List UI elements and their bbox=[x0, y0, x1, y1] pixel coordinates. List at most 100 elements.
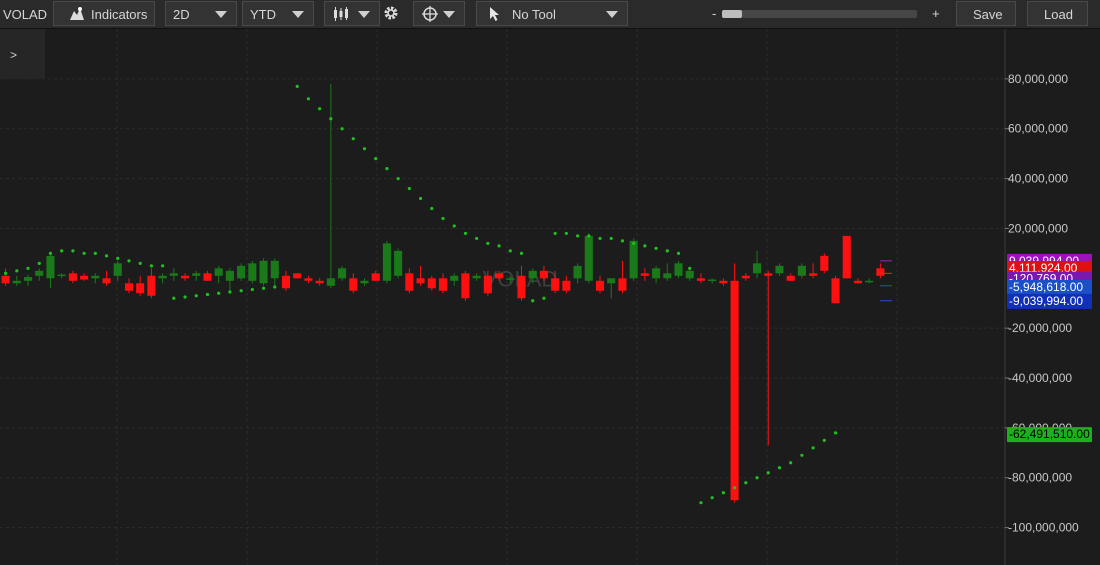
sar-dot bbox=[699, 501, 703, 505]
sar-dot bbox=[295, 84, 299, 88]
sar-dot bbox=[430, 206, 434, 211]
candle-body bbox=[595, 280, 605, 291]
candle-body bbox=[584, 235, 593, 281]
zoom-slider-handle[interactable] bbox=[722, 10, 742, 18]
candle-body bbox=[741, 275, 750, 279]
candle-body bbox=[24, 277, 33, 281]
candle-body bbox=[338, 268, 347, 279]
candle-body bbox=[506, 278, 515, 280]
zoom-slider[interactable] bbox=[722, 10, 917, 18]
price-tag-label: -9,039,994.00 bbox=[1009, 294, 1083, 308]
chevron-down-icon bbox=[215, 11, 227, 18]
candle-body bbox=[652, 268, 661, 279]
indicators-button[interactable]: Indicators bbox=[53, 1, 155, 26]
sar-dot bbox=[822, 438, 826, 442]
sar-dot bbox=[654, 246, 658, 250]
sar-dot bbox=[93, 251, 97, 255]
sar-dot bbox=[26, 266, 30, 270]
candle-body bbox=[248, 263, 257, 281]
sar-dot bbox=[318, 107, 322, 111]
symbol-label[interactable]: VOLAD bbox=[3, 7, 47, 22]
chevron-down-icon bbox=[358, 11, 370, 18]
candle-body bbox=[382, 243, 391, 281]
interval-select[interactable]: 2D bbox=[165, 1, 237, 26]
sar-dot bbox=[766, 471, 770, 475]
candle-body bbox=[214, 268, 223, 276]
price-tag-label: -62,491,510.00 bbox=[1009, 427, 1090, 441]
sar-dot bbox=[194, 294, 198, 298]
sar-dot bbox=[329, 117, 333, 121]
candle-body bbox=[517, 275, 526, 299]
sar-dot bbox=[217, 291, 221, 295]
sar-dot bbox=[37, 261, 41, 265]
candle-body bbox=[405, 273, 414, 291]
candle-body bbox=[203, 273, 212, 281]
sar-dot bbox=[632, 241, 636, 245]
sar-dot bbox=[452, 224, 456, 228]
sar-dot bbox=[777, 466, 782, 470]
save-label: Save bbox=[973, 7, 1003, 22]
price-tag-label: -5,948,618.00 bbox=[1009, 280, 1083, 294]
candle-body bbox=[1, 275, 10, 284]
candle-body bbox=[876, 268, 885, 276]
candle-body bbox=[169, 273, 178, 276]
candle-body bbox=[12, 280, 21, 284]
candle-body bbox=[809, 273, 818, 276]
sar-dot bbox=[172, 296, 176, 300]
candle-body bbox=[539, 270, 548, 279]
y-axis-tick-label: -40,000,000 bbox=[1008, 371, 1072, 385]
candle-body bbox=[483, 275, 492, 294]
candle-body bbox=[764, 273, 773, 276]
candle-body bbox=[786, 275, 795, 281]
sar-dot bbox=[48, 251, 53, 255]
load-button[interactable]: Load bbox=[1027, 1, 1088, 26]
candle-body bbox=[349, 278, 358, 291]
sar-dot bbox=[228, 290, 232, 294]
y-axis-tick-label: 60,000,000 bbox=[1008, 122, 1068, 136]
chart-background bbox=[0, 29, 1100, 565]
sar-dot bbox=[531, 299, 535, 303]
range-select[interactable]: YTD bbox=[242, 1, 314, 26]
candle-body bbox=[304, 278, 313, 281]
candle-body bbox=[281, 275, 291, 289]
price-chart[interactable]: VOLAD80,000,00060,000,00040,000,00020,00… bbox=[0, 29, 1100, 565]
chart-type-select[interactable] bbox=[324, 1, 380, 26]
drawing-tool-select[interactable]: No Tool bbox=[476, 1, 628, 26]
sar-dot bbox=[789, 461, 793, 465]
candle-body bbox=[775, 265, 784, 274]
crosshair-select[interactable] bbox=[413, 1, 465, 26]
candlestick-icon bbox=[334, 7, 348, 21]
save-button[interactable]: Save bbox=[956, 1, 1016, 26]
candle-body bbox=[640, 273, 649, 276]
zoom-in-button[interactable]: + bbox=[932, 6, 940, 21]
sar-dot bbox=[463, 231, 468, 236]
sar-dot bbox=[564, 231, 568, 236]
gear-icon[interactable] bbox=[383, 5, 399, 21]
sar-dot bbox=[575, 234, 580, 238]
sar-dot bbox=[519, 251, 524, 255]
sar-dot bbox=[643, 244, 647, 248]
sar-dot bbox=[205, 292, 210, 297]
panel-toggle-button[interactable]: > bbox=[0, 29, 45, 79]
range-value: YTD bbox=[250, 7, 276, 22]
y-axis-tick-label: 20,000,000 bbox=[1008, 221, 1068, 235]
candle-body bbox=[461, 273, 470, 299]
zoom-out-button[interactable]: - bbox=[712, 6, 716, 21]
candle-body bbox=[865, 280, 874, 283]
sar-dot bbox=[116, 256, 120, 260]
candle-body bbox=[674, 263, 683, 276]
candle-body bbox=[842, 235, 851, 279]
sar-dot bbox=[127, 259, 131, 263]
candle-body bbox=[270, 260, 279, 279]
sar-dot bbox=[744, 481, 748, 485]
candle-body bbox=[752, 263, 762, 274]
sar-dot bbox=[15, 269, 19, 273]
load-label: Load bbox=[1044, 7, 1073, 22]
sar-dot bbox=[676, 251, 681, 255]
cursor-icon bbox=[490, 7, 499, 21]
candle-body bbox=[416, 278, 425, 284]
sar-dot bbox=[306, 97, 311, 101]
sar-dot bbox=[104, 254, 109, 258]
candle-body bbox=[80, 275, 89, 280]
candle-body bbox=[237, 265, 246, 279]
